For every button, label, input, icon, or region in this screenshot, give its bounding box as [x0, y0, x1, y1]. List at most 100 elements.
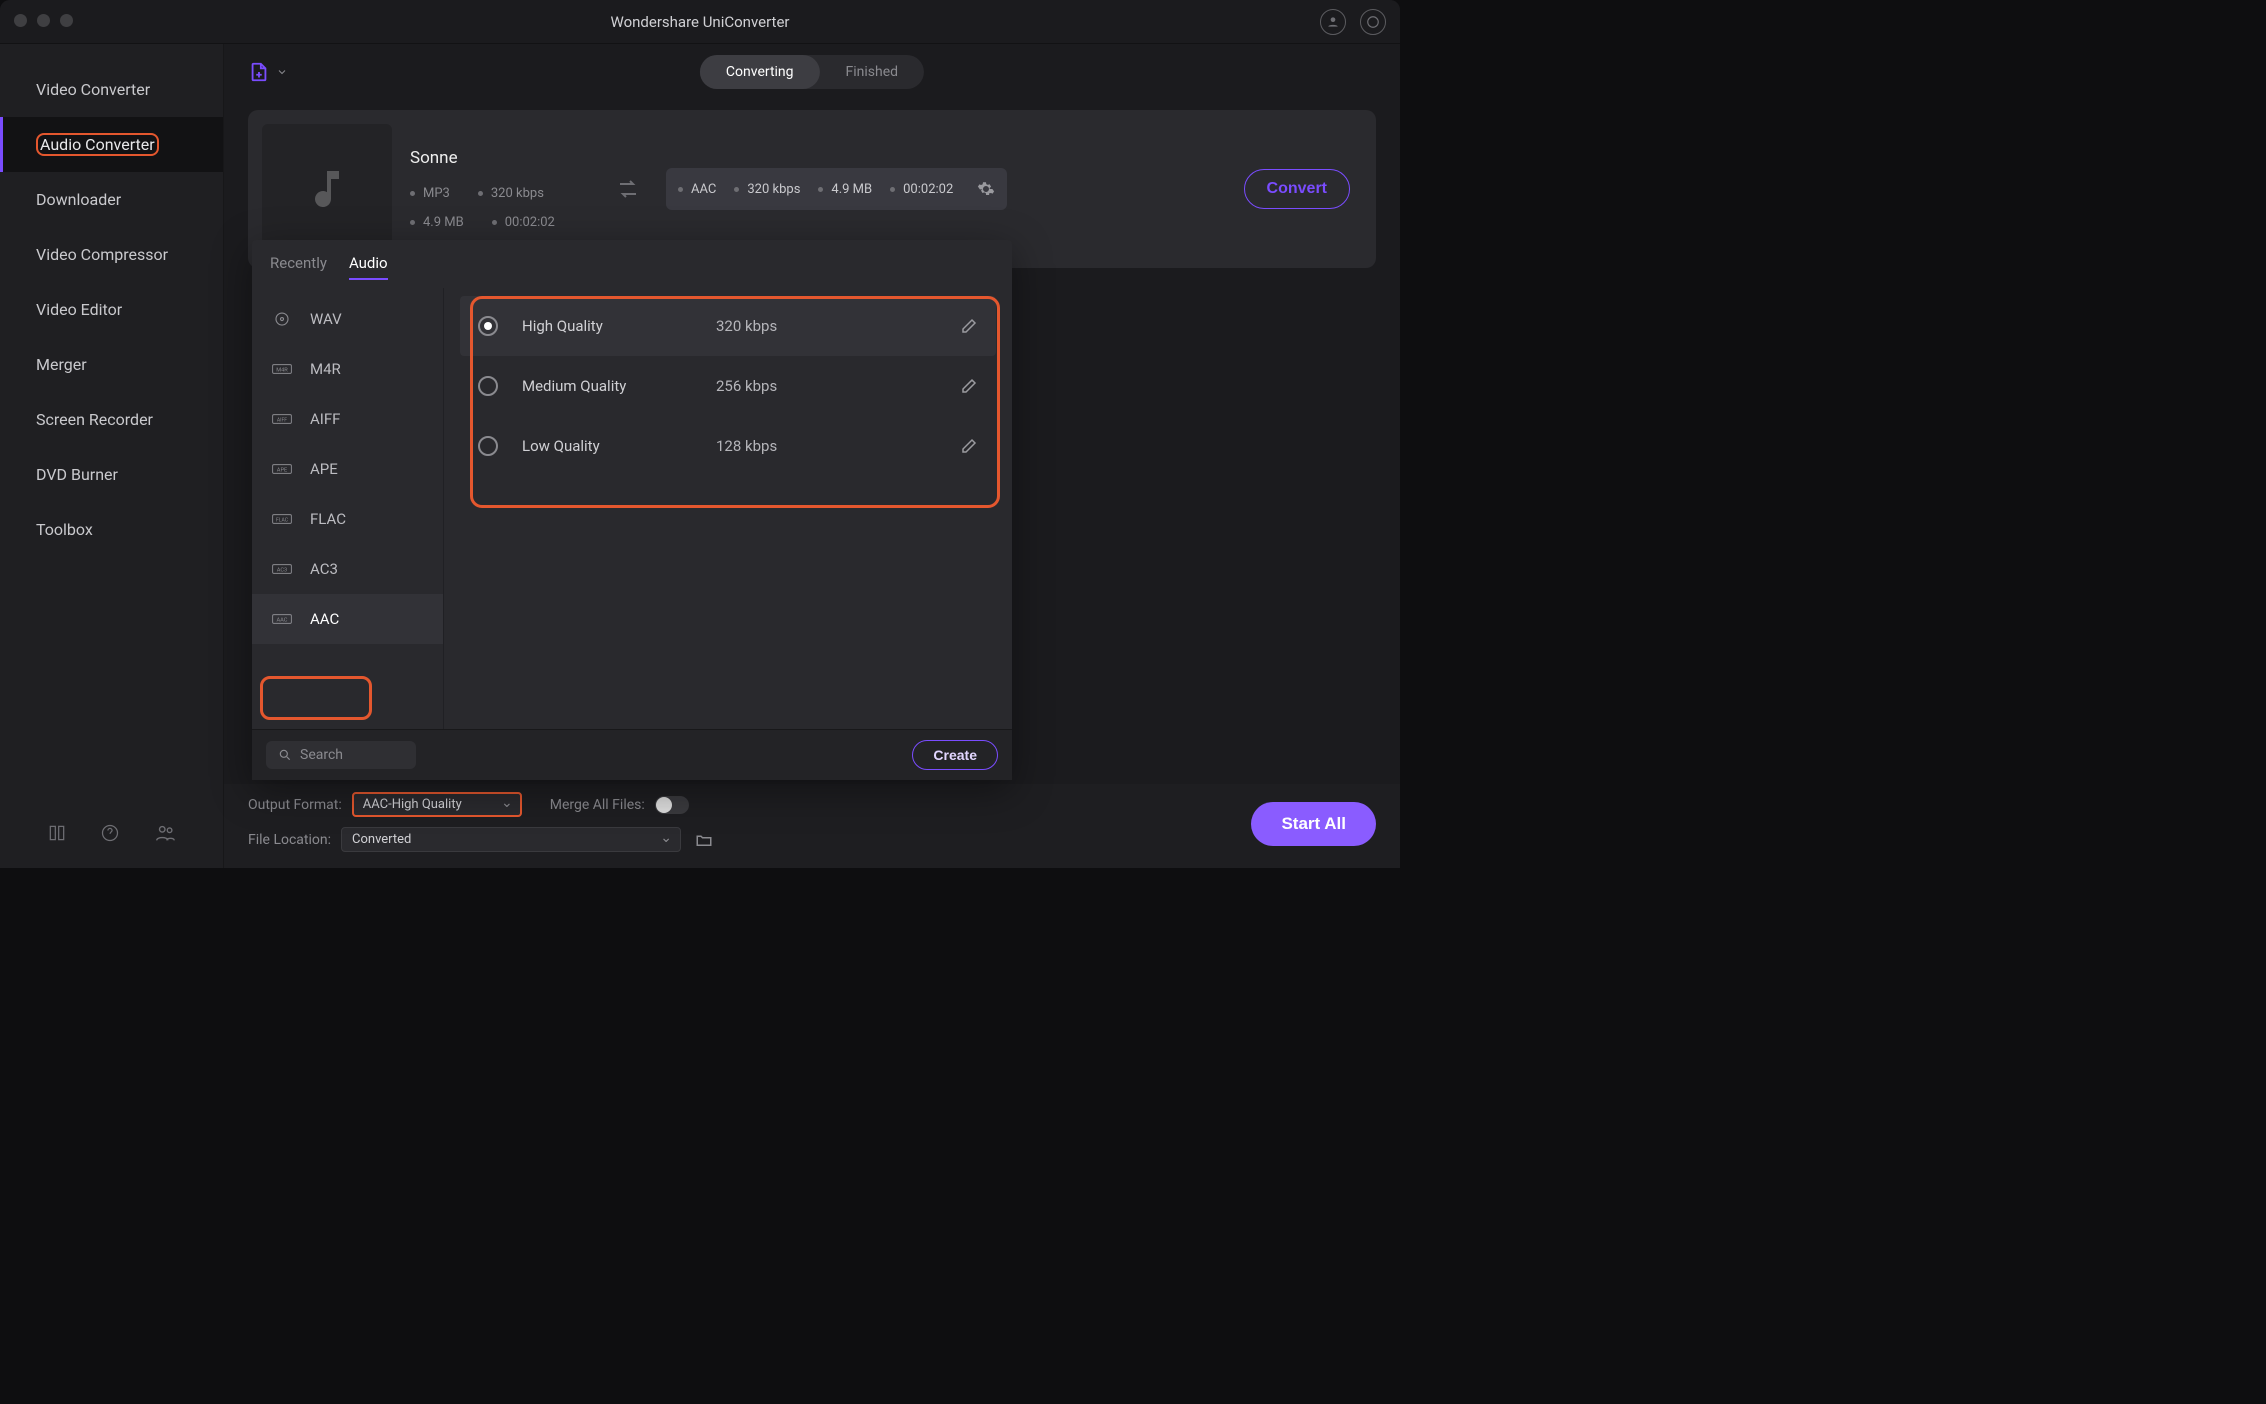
close-window-icon[interactable] [14, 14, 27, 27]
format-list[interactable]: WAV M4RM4R AIFFAIFF APEAPE FLACFLAC AC3A… [252, 288, 444, 729]
format-item-label: M4R [310, 360, 341, 378]
format-item-label: WAV [310, 310, 342, 328]
sidebar-item-video-editor[interactable]: Video Editor [0, 282, 223, 337]
sidebar-item-video-converter[interactable]: Video Converter [0, 62, 223, 117]
sidebar-item-label: Screen Recorder [36, 410, 153, 429]
output-settings-pill[interactable]: AAC 320 kbps 4.9 MB 00:02:02 [666, 168, 1007, 210]
quality-rate: 128 kbps [716, 437, 936, 455]
gear-icon[interactable] [977, 180, 995, 198]
svg-text:M4R: M4R [276, 368, 288, 374]
sidebar-item-audio-converter[interactable]: Audio Converter [0, 117, 223, 172]
popover-tab-recently[interactable]: Recently [270, 254, 327, 280]
sidebar-item-label: Merger [36, 355, 87, 374]
bottom-bar: Output Format: AAC-High Quality Merge Al… [224, 784, 1400, 868]
file-location-label: File Location: [248, 832, 331, 848]
sidebar-item-label: Toolbox [36, 520, 93, 539]
quality-list: High Quality 320 kbps Medium Quality 256… [444, 288, 1012, 729]
merge-all-toggle[interactable] [655, 796, 689, 814]
status-tabs: Converting Finished [700, 55, 924, 89]
popover-tab-audio[interactable]: Audio [349, 254, 388, 280]
file-badge-icon: M4R [270, 362, 294, 376]
add-files-button[interactable] [248, 61, 288, 83]
source-meta: MP3 320 kbps 4.9 MB 00:02:02 [410, 186, 590, 230]
format-item-aiff[interactable]: AIFF AIFF [252, 394, 443, 444]
src-size: 4.9 MB [423, 215, 464, 230]
start-all-button[interactable]: Start All [1251, 802, 1376, 846]
quality-option-high[interactable]: High Quality 320 kbps [460, 296, 996, 356]
dst-duration: 00:02:02 [903, 182, 953, 197]
sidebar-item-label: Video Converter [36, 80, 150, 99]
quality-name: High Quality [522, 317, 692, 335]
music-note-icon [303, 165, 351, 213]
add-file-icon [248, 61, 270, 83]
window-controls [14, 14, 73, 27]
dst-size: 4.9 MB [831, 182, 872, 197]
output-format-select[interactable]: AAC-High Quality [352, 792, 522, 817]
format-item-label: APE [310, 460, 338, 478]
svg-text:AIFF: AIFF [277, 418, 287, 424]
sidebar-item-dvd-burner[interactable]: DVD Burner [0, 447, 223, 502]
tab-finished[interactable]: Finished [820, 55, 925, 89]
chevron-down-icon [276, 66, 288, 78]
format-item-wav[interactable]: WAV [252, 294, 443, 344]
svg-text:FLAC: FLAC [276, 518, 289, 524]
sidebar-item-merger[interactable]: Merger [0, 337, 223, 392]
format-item-ac3[interactable]: AC3AC3 [252, 544, 443, 594]
title-bar: Wondershare UniConverter [0, 0, 1400, 44]
svg-text:AAC: AAC [277, 618, 288, 624]
format-search-input[interactable]: Search [266, 741, 416, 769]
format-item-label: FLAC [310, 510, 346, 528]
file-badge-icon: AAC [270, 612, 294, 626]
output-format-label: Output Format: [248, 797, 342, 813]
file-thumbnail[interactable] [262, 124, 392, 254]
svg-text:AC3: AC3 [277, 568, 287, 574]
app-window: Wondershare UniConverter Video Converter… [0, 0, 1400, 868]
disc-icon [270, 310, 294, 328]
quality-name: Low Quality [522, 437, 692, 455]
edit-icon[interactable] [960, 377, 978, 395]
sidebar-item-label: DVD Burner [36, 465, 118, 484]
sidebar-item-toolbox[interactable]: Toolbox [0, 502, 223, 557]
file-badge-icon: APE [270, 462, 294, 476]
convert-button[interactable]: Convert [1244, 169, 1350, 209]
sidebar-item-downloader[interactable]: Downloader [0, 172, 223, 227]
format-item-ape[interactable]: APE APE [252, 444, 443, 494]
format-item-m4r[interactable]: M4R M4R [252, 344, 443, 394]
maximize-window-icon[interactable] [60, 14, 73, 27]
radio-icon [478, 316, 498, 336]
toolbar: Converting Finished [224, 44, 1400, 100]
sidebar: Video Converter Audio Converter Download… [0, 44, 224, 868]
create-preset-button[interactable]: Create [912, 740, 998, 770]
user-account-icon[interactable] [1320, 9, 1346, 35]
open-folder-icon[interactable] [695, 831, 713, 849]
format-item-flac[interactable]: FLAC FLAC [252, 494, 443, 544]
edit-icon[interactable] [960, 437, 978, 455]
quality-option-medium[interactable]: Medium Quality 256 kbps [460, 356, 996, 416]
src-duration: 00:02:02 [505, 215, 555, 230]
convert-arrow-icon [616, 177, 640, 201]
format-item-label: AAC [310, 610, 339, 628]
sidebar-item-video-compressor[interactable]: Video Compressor [0, 227, 223, 282]
dst-codec: AAC [691, 182, 716, 197]
format-item-aac[interactable]: AAC AAC [252, 594, 443, 644]
quality-option-low[interactable]: Low Quality 128 kbps [460, 416, 996, 476]
format-popover: Recently Audio WAV M4RM4R AIFFAIFF APEAP… [252, 240, 1012, 780]
help-icon[interactable] [100, 822, 120, 844]
radio-icon [478, 436, 498, 456]
sidebar-item-screen-recorder[interactable]: Screen Recorder [0, 392, 223, 447]
feedback-icon[interactable] [1360, 9, 1386, 35]
tab-converting[interactable]: Converting [700, 55, 820, 89]
format-item-label: AIFF [310, 410, 340, 428]
svg-text:APE: APE [277, 468, 287, 474]
src-bitrate: 320 kbps [491, 186, 544, 201]
edit-icon[interactable] [960, 317, 978, 335]
quality-rate: 320 kbps [716, 317, 936, 335]
dst-bitrate: 320 kbps [747, 182, 800, 197]
sidebar-item-label: Video Compressor [36, 245, 168, 264]
community-icon[interactable] [154, 822, 176, 844]
file-name: Sonne [410, 148, 590, 168]
file-location-select[interactable]: Converted [341, 827, 681, 852]
minimize-window-icon[interactable] [37, 14, 50, 27]
help-guide-icon[interactable] [47, 822, 67, 844]
sidebar-item-label: Downloader [36, 190, 121, 209]
